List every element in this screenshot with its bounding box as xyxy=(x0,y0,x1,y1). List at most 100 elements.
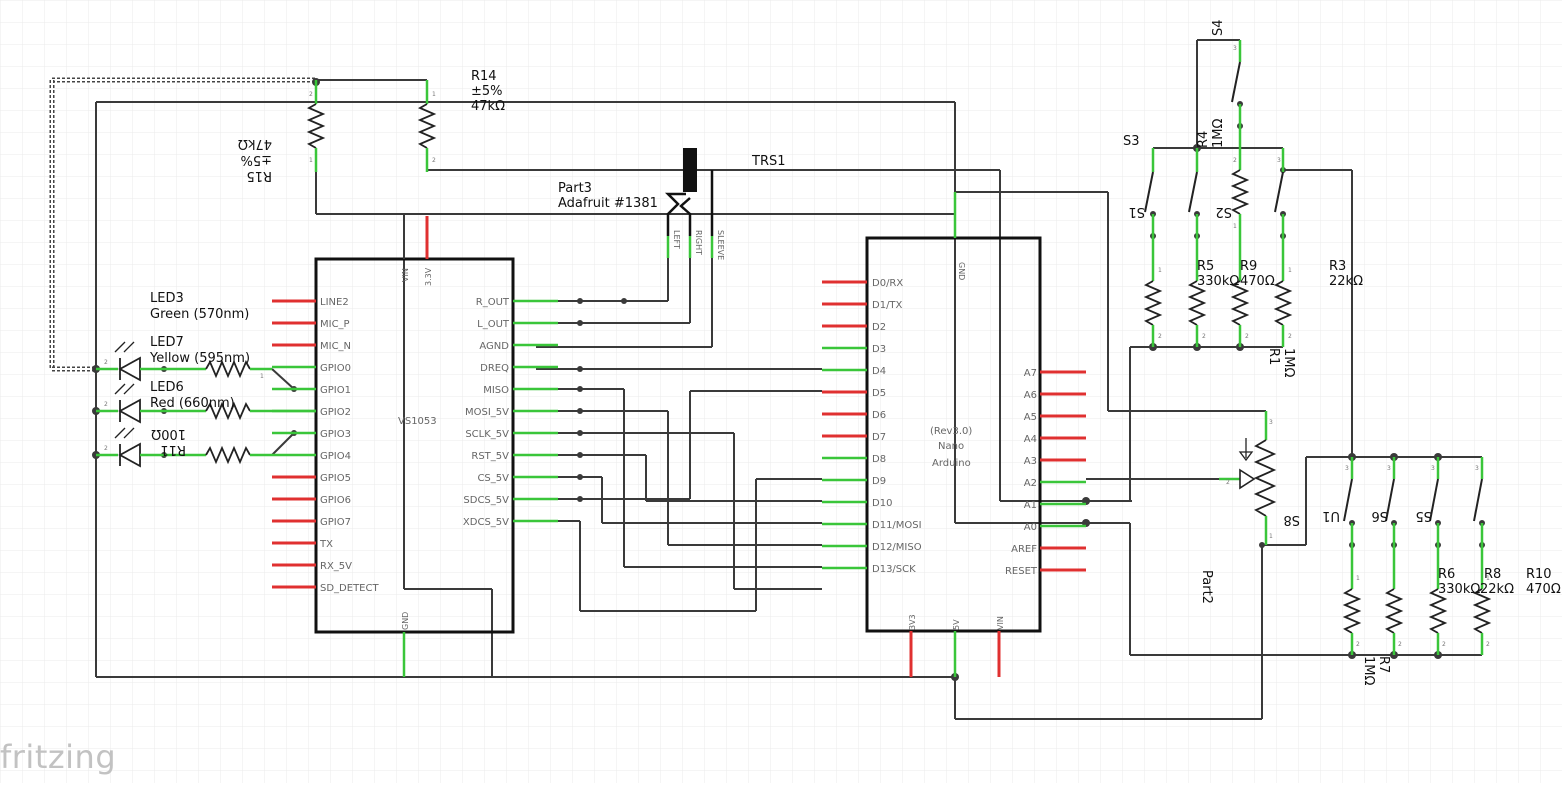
vs1053-left-pin-label: GPIO0 xyxy=(320,363,351,374)
arduino-left-pin-label: D11/MOSI xyxy=(872,520,922,531)
r15-name: R15 xyxy=(246,168,272,183)
u1-label: U1 xyxy=(1322,508,1340,523)
arduino-pin-gnd: GND xyxy=(957,262,966,280)
s2-label: S2 xyxy=(1215,204,1232,219)
r9-name: R9 xyxy=(1240,259,1257,274)
svg-text:2: 2 xyxy=(1226,479,1230,486)
s6-label: S6 xyxy=(1371,508,1388,523)
vs1053-left-pin-label: GPIO1 xyxy=(320,385,351,396)
vs1053-left-pin-label: SD_DETECT xyxy=(320,583,379,594)
led3-name: LED3 xyxy=(150,291,184,306)
vs1053-right-pin-label: AGND xyxy=(479,341,509,352)
arduino-right-pin-label: A1 xyxy=(1024,500,1037,511)
svg-text:1: 1 xyxy=(1158,267,1162,274)
r14-tolerance: ±5% xyxy=(471,84,503,99)
svg-text:1: 1 xyxy=(1356,575,1360,582)
arduino-left-pin-label: D10 xyxy=(872,498,892,509)
vs1053-right-pin-label: CS_5V xyxy=(477,473,509,484)
svg-text:2: 2 xyxy=(1233,157,1237,164)
s4-label: S4 xyxy=(1211,19,1226,36)
vs1053-right-pin-label: L_OUT xyxy=(477,319,510,330)
vs1053-left-pin-label: GPIO2 xyxy=(320,407,351,418)
led6-name: LED6 xyxy=(150,380,184,395)
svg-text:3: 3 xyxy=(1269,419,1273,426)
vs1053-left-pin-label: TX xyxy=(319,539,333,550)
r3-value: 22kΩ xyxy=(1329,274,1363,289)
vs1053-right-pin-label: SCLK_5V xyxy=(465,429,509,440)
svg-text:1: 1 xyxy=(309,157,313,164)
vs1053-right-pin-label: SDCS_5V xyxy=(463,495,509,506)
r14-value: 47kΩ xyxy=(471,99,505,114)
svg-text:2: 2 xyxy=(432,157,436,164)
vs1053-left-pin-label: LINE2 xyxy=(320,297,349,308)
part2-label: Part2 xyxy=(1199,570,1214,604)
part3-description: Adafruit #1381 xyxy=(558,196,658,211)
trs-name: TRS1 xyxy=(751,154,786,169)
svg-text:1: 1 xyxy=(1288,267,1292,274)
svg-text:3: 3 xyxy=(1475,465,1479,472)
arduino-left-pin-label: D4 xyxy=(872,366,886,377)
svg-text:1: 1 xyxy=(1233,223,1237,230)
vs1053-right-pin-label: MOSI_5V xyxy=(465,407,509,418)
r4-name: R4 xyxy=(1196,131,1211,148)
svg-text:3: 3 xyxy=(1233,45,1237,52)
svg-text:2: 2 xyxy=(1398,641,1402,648)
vs1053-left-pin-label: MIC_P xyxy=(320,319,350,330)
r8-name: R8 xyxy=(1484,567,1501,582)
arduino-left-pin-label: D9 xyxy=(872,476,886,487)
svg-text:2: 2 xyxy=(1356,641,1360,648)
part3-name: Part3 xyxy=(558,181,592,196)
svg-text:3: 3 xyxy=(1431,465,1435,472)
r15-value: 47kΩ xyxy=(238,136,272,151)
arduino-left-pin-label: D12/MISO xyxy=(872,542,922,553)
svg-text:1: 1 xyxy=(260,373,264,380)
r3-name: R3 xyxy=(1329,259,1346,274)
vs1053-pin-gnd: GND xyxy=(401,612,410,630)
svg-text:2: 2 xyxy=(1202,333,1206,340)
s5-label: S5 xyxy=(1415,508,1432,523)
r7-name: R7 xyxy=(1376,656,1391,673)
arduino-right-pin-label: AREF xyxy=(1011,544,1037,555)
vs1053-left-pin-label: RX_5V xyxy=(320,561,352,572)
vs1053-left-pin-label: GPIO3 xyxy=(320,429,351,440)
r10-name: R10 xyxy=(1526,567,1552,582)
arduino-left-pin-label: D2 xyxy=(872,322,886,333)
vs1053-pin-3v3: 3.3V xyxy=(424,267,433,286)
vs1053-left-pin-label: GPIO4 xyxy=(320,451,351,462)
fritzing-watermark: fritzing xyxy=(0,738,117,776)
r10-value: 470Ω xyxy=(1526,582,1561,597)
vs1053-right-pin-label: MISO xyxy=(483,385,509,396)
arduino-right-pin-label: A3 xyxy=(1024,456,1037,467)
svg-text:2: 2 xyxy=(104,445,108,452)
r9-value: 470Ω xyxy=(1240,274,1275,289)
r15-tolerance: ±5% xyxy=(240,152,272,167)
r14-name: R14 xyxy=(471,69,497,84)
r6-value: 330kΩ xyxy=(1438,582,1480,597)
arduino-right-pin-label: A6 xyxy=(1024,390,1037,401)
led7-name: LED7 xyxy=(150,335,184,350)
schematic-svg: 2 1 R15 ±5% 47kΩ 1 2 R14 ±5% 47kΩ VIN 3.3V… xyxy=(0,0,1562,783)
svg-text:2: 2 xyxy=(309,91,313,98)
r5-value: 330kΩ xyxy=(1197,274,1239,289)
arduino-left-pin-label: D3 xyxy=(872,344,886,355)
vs1053-title: VS1053 xyxy=(398,416,437,427)
trs-pin-right: RIGHT xyxy=(694,230,703,255)
r11-name: R11 xyxy=(160,442,186,457)
led7-color: Yellow (595nm) xyxy=(149,351,250,366)
led6-color: Red (660nm) xyxy=(150,396,235,411)
vs1053-right-pin-label: RST_5V xyxy=(471,451,509,462)
arduino-right-pin-label: A4 xyxy=(1024,434,1037,445)
vs1053-right-pin-label: R_OUT xyxy=(476,297,510,308)
arduino-right-pin-label: A5 xyxy=(1024,412,1037,423)
svg-text:2: 2 xyxy=(1158,333,1162,340)
arduino-brand: Arduino xyxy=(932,458,971,469)
r1-name: R1 xyxy=(1266,348,1281,365)
svg-text:2: 2 xyxy=(1288,333,1292,340)
arduino-left-pin-label: D5 xyxy=(872,388,886,399)
s3-label: S3 xyxy=(1123,134,1140,149)
arduino-left-pin-label: D1/TX xyxy=(872,300,903,311)
svg-text:3: 3 xyxy=(1387,465,1391,472)
arduino-left-pin-label: D7 xyxy=(872,432,886,443)
vs1053-pin-vin: VIN xyxy=(401,268,410,282)
s1-label: S1 xyxy=(1128,204,1145,219)
